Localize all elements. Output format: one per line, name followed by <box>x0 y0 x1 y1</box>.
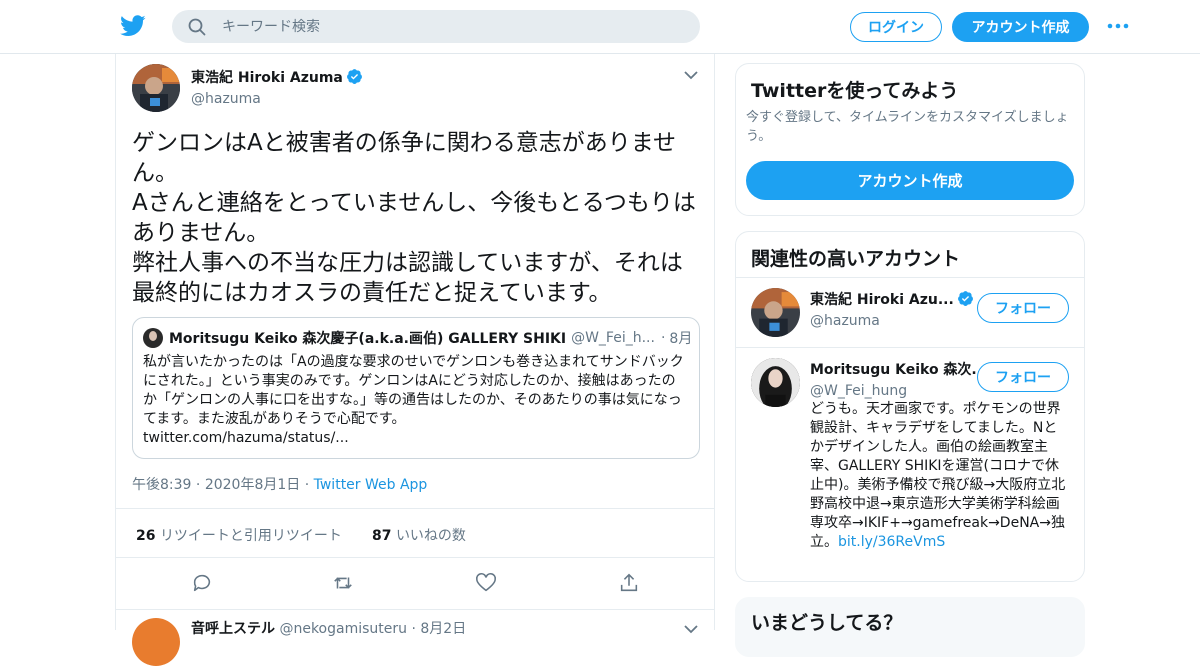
reply-icon[interactable] <box>191 572 213 594</box>
like-label: いいねの数 <box>395 528 466 544</box>
quoted-author-handle: @W_Fei_h... <box>571 330 655 346</box>
related-account-bio-text: どうも。天才画家です。ポケモンの世界観設計、キャラデザをしてました。Nとかデザイ… <box>810 401 1066 550</box>
search-input[interactable] <box>222 10 682 43</box>
signup-card-description: 今すぐ登録して、タイムラインをカスタマイズしましょう。 <box>746 110 1069 144</box>
quoted-tweet-body: 私が言いたかったのは「Aの過度な要求のせいでゲンロンも巻き込まれてサンドバックに… <box>143 354 684 427</box>
author-info: 東浩紀 Hiroki Azuma @hazuma <box>191 67 363 107</box>
next-tweet-date[interactable]: 8月2日 <box>420 621 466 637</box>
verified-badge-icon <box>957 291 973 306</box>
quoted-tweet-link[interactable]: twitter.com/hazuma/status/... <box>143 430 349 446</box>
verified-badge-icon <box>346 69 362 84</box>
search-icon <box>188 18 206 36</box>
top-bar: ログイン アカウント作成 <box>0 0 1200 54</box>
signup-button[interactable]: アカウント作成 <box>952 12 1089 42</box>
related-account-name[interactable]: 東浩紀 Hiroki Azu... <box>810 289 974 309</box>
signup-card: Twitterを使ってみよう 今すぐ登録して、タイムラインをカスタマイズしましょ… <box>735 63 1085 216</box>
author-avatar[interactable] <box>132 64 180 112</box>
author-handle[interactable]: @hazuma <box>191 91 363 107</box>
more-icon[interactable] <box>1106 18 1130 34</box>
tweet-stats: 26 リツイートと引用リツイート 87 いいねの数 <box>116 508 714 558</box>
retweet-icon[interactable] <box>332 572 354 594</box>
tweet-detail: 東浩紀 Hiroki Azuma @hazuma ゲンロンはAと被害者の係争に関… <box>115 54 715 666</box>
tweet-actions <box>116 566 714 602</box>
separator-dot: · <box>195 477 201 493</box>
next-tweet-author-handle[interactable]: @nekogamisuteru <box>279 621 407 637</box>
twitter-bird-icon[interactable] <box>120 14 146 38</box>
related-account-item[interactable]: Moritsugu Keiko 森次... @W_Fei_hung フォロー ど… <box>736 348 1084 581</box>
related-account-bio: どうも。天才画家です。ポケモンの世界観設計、キャラデザをしてました。Nとかデザイ… <box>810 400 1070 552</box>
chevron-down-icon[interactable] <box>684 70 698 80</box>
related-account-name[interactable]: Moritsugu Keiko 森次... <box>810 359 987 379</box>
follow-button[interactable]: フォロー <box>977 362 1069 392</box>
related-account-handle[interactable]: @hazuma <box>810 313 974 329</box>
retweet-label: リツイートと引用リツイート <box>159 528 342 544</box>
author-name[interactable]: 東浩紀 Hiroki Azuma <box>191 67 363 87</box>
next-tweet-avatar[interactable] <box>132 618 180 666</box>
chevron-down-icon[interactable] <box>684 624 698 634</box>
tweet-source-link[interactable]: Twitter Web App <box>314 477 428 493</box>
like-heart-icon[interactable] <box>475 572 497 594</box>
related-account-avatar-image <box>751 288 800 337</box>
trends-card-title: いまどうしてる？ <box>751 612 903 634</box>
related-accounts-card: 関連性の高いアカウント 東浩紀 Hiroki Azu... @hazuma フォ… <box>735 231 1085 582</box>
signup-card-button[interactable]: アカウント作成 <box>746 161 1074 200</box>
related-accounts-title: 関連性の高いアカウント <box>751 248 961 270</box>
trends-card: いまどうしてる？ <box>735 597 1085 657</box>
author-avatar-image <box>132 64 180 112</box>
quoted-author-avatar <box>143 328 163 348</box>
related-account-avatar-image <box>751 358 800 407</box>
author-name-text[interactable]: 東浩紀 Hiroki Azuma <box>191 70 343 86</box>
related-account-bio-link[interactable]: bit.ly/36ReVmS <box>838 534 945 550</box>
quoted-tweet[interactable]: Moritsugu Keiko 森次慶子(a.k.a.画伯) GALLERY S… <box>132 317 700 459</box>
related-account-info: Moritsugu Keiko 森次... @W_Fei_hung <box>810 359 987 399</box>
login-button[interactable]: ログイン <box>850 12 942 42</box>
retweet-count: 26 <box>136 528 156 544</box>
follow-button[interactable]: フォロー <box>977 293 1069 323</box>
quoted-tweet-header: Moritsugu Keiko 森次慶子(a.k.a.画伯) GALLERY S… <box>143 328 691 348</box>
related-account-info: 東浩紀 Hiroki Azu... @hazuma <box>810 289 974 329</box>
tweet-text: ゲンロンはAと被害者の係争に関わる意志がありません。 Aさんと連絡をとっていませ… <box>132 130 696 306</box>
separator-dot: · <box>304 477 310 493</box>
related-account-item[interactable]: 東浩紀 Hiroki Azu... @hazuma フォロー <box>736 278 1084 348</box>
related-account-avatar[interactable] <box>751 288 800 337</box>
separator-dot: · <box>660 330 666 346</box>
quoted-tweet-text: 私が言いたかったのは「Aの過度な要求のせいでゲンロンも巻き込まれてサンドバックに… <box>143 353 688 448</box>
retweet-stat[interactable]: 26 リツイートと引用リツイート <box>136 525 342 545</box>
related-account-avatar[interactable] <box>751 358 800 407</box>
like-stat[interactable]: 87 いいねの数 <box>372 525 466 545</box>
tweet-time[interactable]: 午後8:39 <box>132 477 191 493</box>
signup-card-title: Twitterを使ってみよう <box>751 80 959 102</box>
reply-divider <box>116 609 714 610</box>
related-account-name-text: 東浩紀 Hiroki Azu... <box>810 292 954 308</box>
tweet-date[interactable]: 2020年8月1日 <box>205 477 300 493</box>
related-account-handle[interactable]: @W_Fei_hung <box>810 383 987 399</box>
separator-dot: · <box>411 621 416 637</box>
quoted-tweet-date: 8月1日 <box>669 331 691 347</box>
next-tweet-header: 音呼上ステル @nekogamisuteru · 8月2日 <box>191 618 466 638</box>
share-icon[interactable] <box>618 572 640 594</box>
search-bar <box>172 10 700 43</box>
like-count: 87 <box>372 528 392 544</box>
tweet-meta: 午後8:39 · 2020年8月1日 · Twitter Web App <box>132 474 427 494</box>
next-tweet-author-name[interactable]: 音呼上ステル <box>191 621 275 637</box>
quoted-author-name: Moritsugu Keiko 森次慶子(a.k.a.画伯) GALLERY S… <box>169 331 567 347</box>
